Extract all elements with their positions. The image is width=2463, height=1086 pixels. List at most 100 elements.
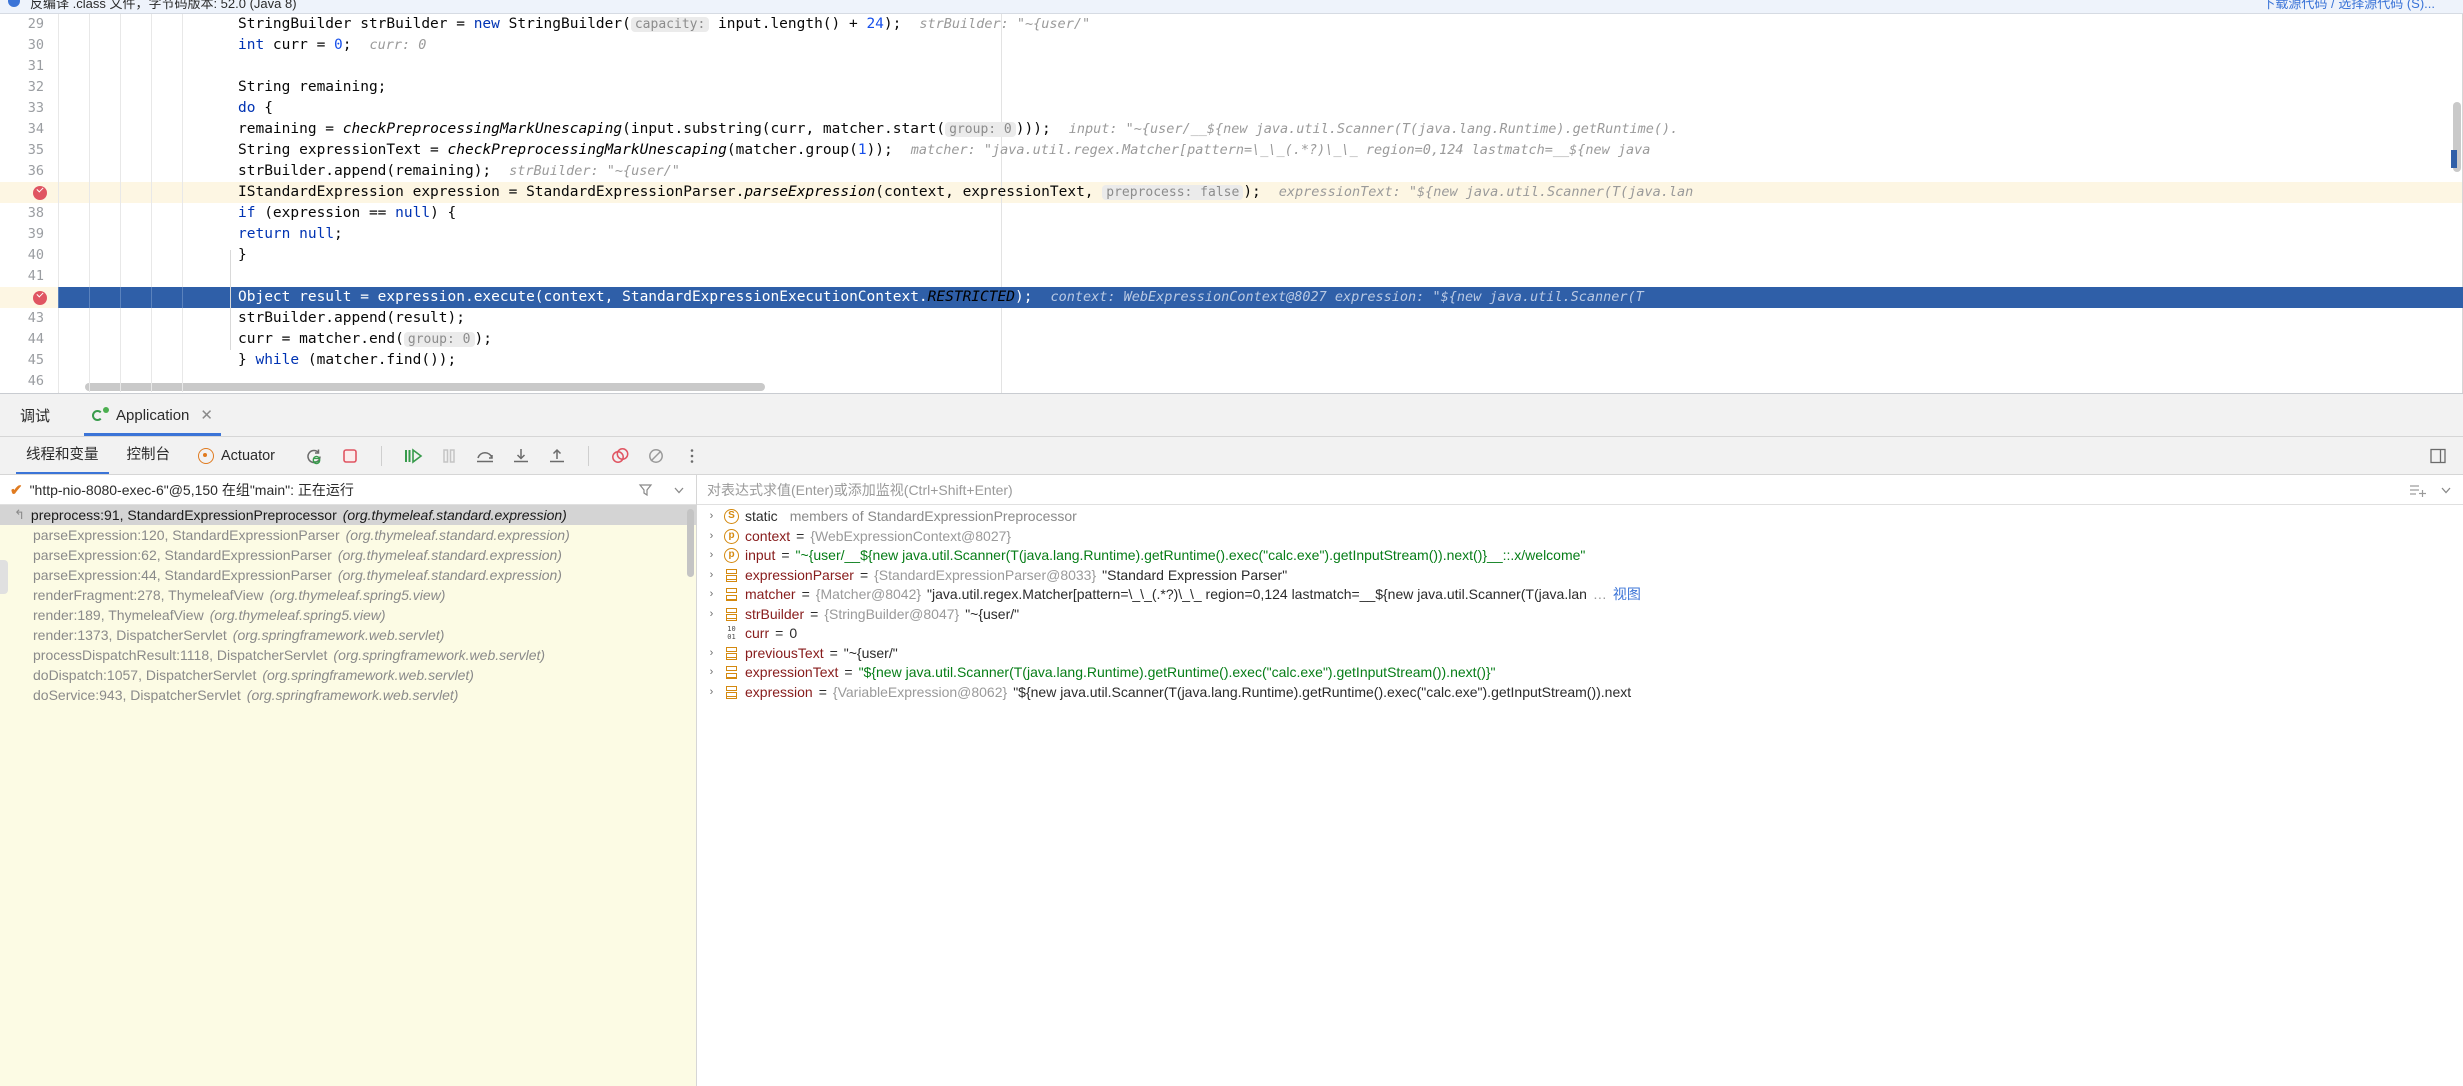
tab-application[interactable]: Application ✕ — [84, 394, 221, 436]
expand-arrow-icon[interactable]: › — [705, 683, 718, 703]
variable-row[interactable]: › p context = {WebExpressionContext@8027} — [697, 527, 2463, 547]
breakpoint-icon[interactable] — [33, 291, 47, 305]
more-options-icon[interactable] — [681, 445, 703, 467]
tab-threads-and-variables[interactable]: 线程和变量 — [12, 437, 113, 474]
code-text[interactable]: IStandardExpression expression = Standar… — [230, 182, 2463, 203]
variable-row[interactable]: › p input = "~{user/__${new java.util.Scan… — [697, 546, 2463, 566]
frame-row[interactable]: render:1373, DispatcherServlet (org.spri… — [0, 625, 696, 645]
code-line[interactable]: 29 StringBuilder strBuilder = new String… — [0, 14, 2463, 35]
code-line[interactable]: 32 String remaining; — [0, 77, 2463, 98]
tab-console[interactable]: 控制台 — [113, 437, 185, 474]
add-watch-icon[interactable] — [2409, 482, 2427, 498]
inline-debug-value[interactable]: strBuilder: "~{user/" — [901, 16, 1090, 32]
frame-row[interactable]: processDispatchResult:1118, DispatcherSe… — [0, 645, 696, 665]
stop-icon[interactable] — [339, 445, 361, 467]
code-text[interactable]: StringBuilder strBuilder = new StringBui… — [230, 14, 2463, 35]
code-text[interactable] — [230, 266, 2463, 287]
code-line[interactable]: 30 int curr = 0; curr: 0 — [0, 35, 2463, 56]
code-text[interactable]: } — [230, 245, 2463, 266]
inline-debug-value[interactable]: input: "~{user/__${new java.util.Scanner… — [1051, 121, 1679, 137]
code-text[interactable]: strBuilder.append(remaining); strBuilder:… — [230, 161, 2463, 182]
code-line[interactable]: 33 do { — [0, 98, 2463, 119]
code-line[interactable]: 35 String expressionText = checkPreproce… — [0, 140, 2463, 161]
code-line[interactable]: 39 return null; — [0, 224, 2463, 245]
inline-debug-value[interactable]: matcher: "java.util.regex.Matcher[patter… — [893, 142, 1651, 158]
code-text[interactable] — [230, 371, 2463, 392]
code-line[interactable]: 45 } while (matcher.find()); — [0, 350, 2463, 371]
code-text[interactable]: strBuilder.append(result); — [230, 308, 2463, 329]
resume-program-icon[interactable] — [402, 445, 424, 467]
frame-row[interactable]: parseExpression:120, StandardExpressionP… — [0, 525, 696, 545]
code-text[interactable]: do { — [230, 98, 2463, 119]
expand-arrow-icon[interactable]: › — [705, 663, 718, 683]
expand-arrow-icon[interactable]: › — [705, 644, 718, 664]
code-text[interactable]: if (expression == null) { — [230, 203, 2463, 224]
breakpoint-icon[interactable] — [33, 186, 47, 200]
frame-row[interactable]: parseExpression:44, StandardExpressionPa… — [0, 565, 696, 585]
code-line[interactable]: 41 — [0, 266, 2463, 287]
code-line[interactable]: 44 curr = matcher.end(group: 0); — [0, 329, 2463, 350]
code-text[interactable]: Object result = expression.execute(conte… — [230, 287, 2463, 308]
thread-selector[interactable]: ✔ "http-nio-8080-exec-6"@5,150 在组"main":… — [0, 475, 696, 505]
step-over-icon[interactable] — [474, 445, 496, 467]
inline-debug-value[interactable]: expressionText: "${new java.util.Scanner… — [1261, 184, 1694, 200]
variable-row[interactable]: › expression = {VariableExpression@8062} … — [697, 683, 2463, 703]
frame-row[interactable]: doService:943, DispatcherServlet (org.sp… — [0, 685, 696, 705]
frame-row[interactable]: renderFragment:278, ThymeleafView (org.t… — [0, 585, 696, 605]
chevron-down-icon[interactable] — [672, 483, 686, 497]
expand-arrow-icon[interactable]: › — [705, 507, 718, 527]
inline-debug-value[interactable]: context: WebExpressionContext@8027 expre… — [1032, 289, 1643, 305]
expand-arrow-icon[interactable]: › — [705, 527, 718, 547]
code-line[interactable]: IStandardExpression expression = Standar… — [0, 182, 2463, 203]
code-line[interactable]: Object result = expression.execute(conte… — [0, 287, 2463, 308]
evaluate-expression-input[interactable]: 对表达式求值(Enter)或添加监视(Ctrl+Shift+Enter) — [707, 480, 1013, 500]
code-text[interactable]: String remaining; — [230, 77, 2463, 98]
code-text[interactable]: return null; — [230, 224, 2463, 245]
pause-program-icon[interactable] — [438, 445, 460, 467]
expand-arrow-icon[interactable]: › — [705, 546, 718, 566]
code-line[interactable]: 34 remaining = checkPreprocessingMarkUne… — [0, 119, 2463, 140]
variable-row[interactable]: › strBuilder = {StringBuilder@8047} "~{us… — [697, 605, 2463, 625]
code-text[interactable]: int curr = 0; curr: 0 — [230, 35, 2463, 56]
inline-debug-value[interactable]: strBuilder: "~{user/" — [491, 163, 680, 179]
variable-row[interactable]: › Sstatic members of StandardExpressionPr… — [697, 507, 2463, 527]
variable-row[interactable]: › expressionParser = {StandardExpressionP… — [697, 566, 2463, 586]
code-line[interactable]: 31 — [0, 56, 2463, 77]
frame-row[interactable]: ↰ preprocess:91, StandardExpressionPrepro… — [0, 505, 696, 525]
code-line[interactable]: 40 } — [0, 245, 2463, 266]
expand-arrow-icon[interactable]: › — [705, 566, 718, 586]
inline-debug-value[interactable]: curr: 0 — [352, 37, 427, 53]
variable-row[interactable]: › expressionText = "${new java.util.Scann… — [697, 663, 2463, 683]
code-line[interactable]: 36 strBuilder.append(remaining); strBuild… — [0, 161, 2463, 182]
variable-row[interactable]: › 1001 curr = 0 — [697, 624, 2463, 644]
code-text[interactable]: remaining = checkPreprocessingMarkUnesca… — [230, 119, 2463, 140]
code-line[interactable]: 38 if (expression == null) { — [0, 203, 2463, 224]
expand-arrow-icon[interactable]: › — [705, 585, 718, 605]
tool-window-handle[interactable] — [0, 560, 8, 594]
frame-row[interactable]: parseExpression:62, StandardExpressionPa… — [0, 545, 696, 565]
layout-settings-icon[interactable] — [2427, 445, 2449, 467]
code-text[interactable] — [230, 56, 2463, 77]
mute-breakpoints-icon[interactable] — [645, 445, 667, 467]
frames-scrollbar[interactable] — [687, 509, 694, 577]
filter-icon[interactable] — [638, 482, 653, 497]
rerun-debug-icon[interactable] — [303, 445, 325, 467]
variable-row[interactable]: › previousText = "~{user/" — [697, 644, 2463, 664]
frame-row[interactable]: render:189, ThymeleafView (org.thymeleaf… — [0, 605, 696, 625]
evaluate-expression-bar[interactable]: 对表达式求值(Enter)或添加监视(Ctrl+Shift+Enter) — [697, 475, 2463, 505]
tab-actuator[interactable]: Actuator — [184, 447, 289, 464]
view-value-link[interactable]: 视图 — [1613, 585, 1641, 605]
close-icon[interactable]: ✕ — [200, 406, 213, 424]
code-line[interactable]: 46 — [0, 371, 2463, 392]
download-sources-link[interactable]: 下载源代码 / 选择源代码 (S)... — [2262, 0, 2435, 12]
code-text[interactable]: } while (matcher.find()); — [230, 350, 2463, 371]
expand-arrow-icon[interactable]: › — [705, 605, 718, 625]
variables-list[interactable]: › Sstatic members of StandardExpressionPr… — [697, 505, 2463, 1086]
step-out-icon[interactable] — [546, 445, 568, 467]
code-editor[interactable]: 29 StringBuilder strBuilder = new String… — [0, 14, 2463, 393]
code-text[interactable]: String expressionText = checkPreprocessi… — [230, 140, 2463, 161]
frame-row[interactable]: doDispatch:1057, DispatcherServlet (org.… — [0, 665, 696, 685]
code-text[interactable]: curr = matcher.end(group: 0); — [230, 329, 2463, 350]
frames-list[interactable]: ↰ preprocess:91, StandardExpressionPrepro… — [0, 505, 696, 1086]
view-breakpoints-icon[interactable] — [609, 445, 631, 467]
